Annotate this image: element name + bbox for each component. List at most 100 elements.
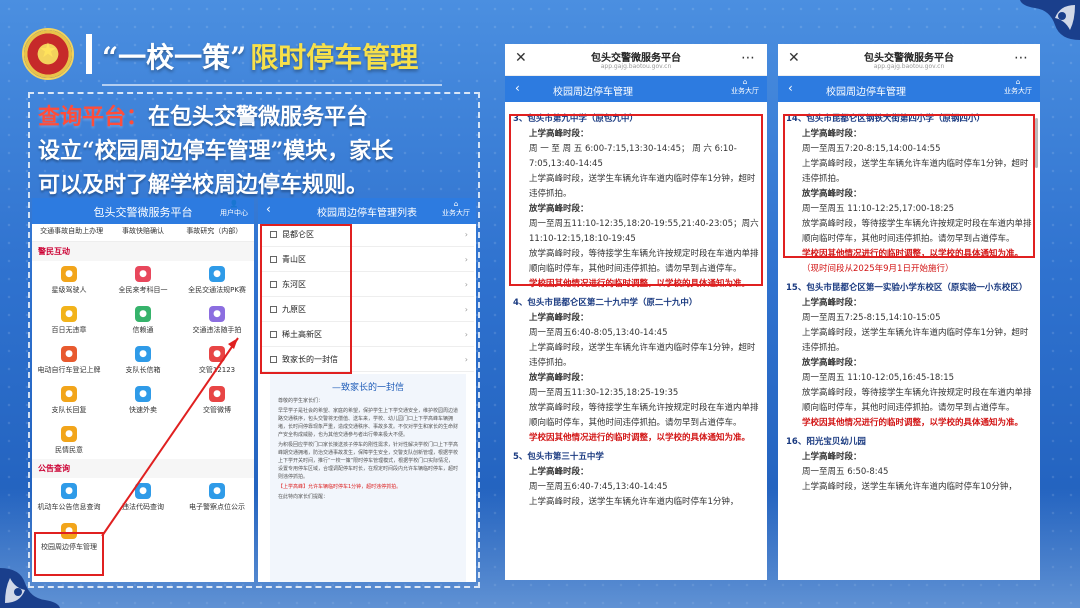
service-label: 百日无违章 [51,325,87,334]
back-icon[interactable]: ‹ [515,81,520,95]
header-underline [102,84,442,86]
service-icon: ● [209,305,225,322]
service-icon: ● [209,265,225,282]
home-icon: ⌂ [453,200,459,208]
service-icon: ● [61,482,77,499]
service-icon: ● [209,482,225,499]
more-icon[interactable]: ⋯ [1014,50,1028,66]
service-grid-item[interactable]: ● 全民来考科目一 [106,261,180,299]
service-grid-item[interactable]: ● 民情民意 [32,421,106,459]
school-name: 15、包头市昆都仑区第一实验小学东校区（原实验一小东校区） [786,283,1028,293]
am-time: 周一至周五 6:50-8:45 [802,467,889,477]
am-time: 周一至周五6:40-8:05,13:40-14:45 [529,328,668,338]
letter-title: —致家长的一封信 [331,383,404,393]
service-icon: ● [135,305,151,322]
service-grid-item[interactable]: ● 交通违法随手拍 [180,301,254,339]
top-services-row: 交通事故自助上办理 事故快赔确认 事故研究（内部） [32,224,254,242]
service-icon: ● [135,265,151,282]
service-label: 违法代码查询 [122,502,164,511]
user-icon: 👤 [229,200,239,208]
pm-label: 放学高峰时段： [802,358,862,368]
chevron-right-icon: › [464,279,468,289]
service-item[interactable]: 交通事故自助上办理 [36,226,107,239]
home-icon: ⌂ [742,78,748,86]
page-nav: ‹ 校园周边停车管理 ⌂ 业务大厅 [505,76,767,102]
service-icon: ● [209,385,225,402]
service-label: 交管微博 [203,405,231,414]
section-title: 警民互动 [32,242,254,261]
service-hall-button[interactable]: ⌂ 业务大厅 [1004,78,1032,96]
chevron-right-icon: › [464,304,468,314]
highlight-school-block [783,114,1035,258]
service-hall-button[interactable]: ⌂ 业务大厅 [731,78,759,96]
school-name: 16、阳光宝贝幼儿园 [786,437,866,447]
service-grid-item[interactable]: ● 信赖通 [106,301,180,339]
service-icon: ● [61,385,77,402]
service-grid-item[interactable]: ● 违法代码查询 [106,478,180,516]
letter-paragraph: 【上学高峰】允许车辆临时停车1分钟，超时违停抓拍。 [278,484,402,490]
service-grid-item[interactable]: ● 百日无违章 [32,301,106,339]
service-icon: ● [135,345,151,362]
service-grid-item[interactable]: ● 交管12123 [180,341,254,379]
slide-header: ★ “一校一策” 限时停车管理 [10,20,480,90]
service-hall-screenshot: 包头交警微服务平台 👤 用户中心 交通事故自助上办理 事故快赔确认 事故研究（内部… [32,198,254,582]
back-icon[interactable]: ‹ [788,81,793,95]
scrollbar-thumb[interactable] [1035,118,1038,168]
am-rule: 上学高峰时段，送学生车辆允许车道内临时停车10分钟， [802,482,1017,492]
app-title: 包头交警微服务平台 [591,53,681,64]
school-note: 学校因其他情况进行的临时调整，以学校的具体通知为准。 [802,418,1024,428]
service-label: 电子警察点位公示 [189,502,245,511]
service-icon: ● [61,305,77,322]
service-hall-button[interactable]: ⌂ 业务大厅 [442,200,470,218]
interaction-grid: ● 星级驾驶人 ● 全民来考科目一 ● 全民交通法规PK赛 ● 百日无违章 ● 信赖通 ● 交通违法随… [32,261,254,459]
service-grid-item[interactable]: ● 电动自行车登记上牌 [32,341,106,379]
service-grid-item[interactable]: ● 电子警察点位公示 [180,478,254,516]
list-header: ‹ 校园周边停车管理列表 ⌂ 业务大厅 [258,198,476,224]
star-icon: ★ [39,38,57,62]
pm-time: 周一至周五11:30-12:35,18:25-19:35 [529,388,679,398]
service-label: 星级驾驶人 [51,285,87,294]
pm-rule: 放学高峰时段，等待接学生车辆允许按规定时段在车道内单排顺向临时停车，其他时间违停… [529,403,759,428]
pm-rule: 放学高峰时段，等待接学生车辆允许按规定时段在车道内单排顺向临时停车，其他时间违停… [802,388,1032,413]
am-rule: 上学高峰时段，送学生车辆允许车道内临时停车1分钟， [529,497,739,507]
service-grid-item[interactable]: ● 交管微博 [180,381,254,419]
service-icon: ● [61,425,77,442]
intro-text: 查询平台：在包头交警微服务平台 设立“校园周边停车管理”模块，家长 可以及时了解… [38,100,458,202]
service-grid-item[interactable]: ● 星级驾驶人 [32,261,106,299]
chevron-right-icon: › [464,329,468,339]
home-icon: ⌂ [1015,78,1021,86]
more-icon[interactable]: ⋯ [741,50,755,66]
page-title: 校园周边停车管理 [553,87,633,98]
service-grid-item[interactable]: ● 支队长信箱 [106,341,180,379]
service-grid-item[interactable]: ● 快速外卖 [106,381,180,419]
service-item[interactable]: 事故研究（内部） [179,226,250,239]
service-label: 交管12123 [198,365,236,374]
service-grid-item[interactable]: ● 支队长回复 [32,381,106,419]
pm-time: 周一至周五 11:10-12:05,16:45-18:15 [802,373,955,383]
title-part-1: “一校一策” [102,41,247,74]
service-icon: ● [61,345,77,362]
am-label: 上学高峰时段： [529,313,589,323]
title-part-2: 限时停车管理 [250,41,419,74]
letter-paragraph: 为积极回应学校门口家长接送孩子停车的刚性需求，针对性解决学校门口上下学高峰期交通… [278,442,459,480]
page-title: 校园周边停车管理 [826,87,906,98]
service-grid-item[interactable]: ● 机动车公告信息查询 [32,478,106,516]
intro-label: 查询平台： [38,104,149,130]
app-topbar: ✕ 包头交警微服务平台 app.gajg.baotou.gov.cn ⋯ [778,44,1040,76]
app-title: 包头交警微服务平台 [864,53,954,64]
letter-greeting: 尊敬的学生家长们： [278,398,324,404]
am-time: 周一至周五7:25-8:15,14:10-15:05 [802,313,941,323]
service-item[interactable]: 事故快赔确认 [107,226,178,239]
school-name: 5、包头市第三十五中学 [513,452,604,462]
highlight-parking-item [34,532,104,576]
app-header: 包头交警微服务平台 👤 用户中心 [32,198,254,224]
highlight-school-block [509,114,763,286]
service-label: 民情民意 [55,445,83,454]
slide-title: “一校一策” 限时停车管理 [102,28,418,84]
user-center-button[interactable]: 👤 用户中心 [220,200,248,218]
chevron-right-icon: › [464,254,468,264]
app-url: app.gajg.baotou.gov.cn [600,63,672,70]
service-icon: ● [135,385,151,402]
header-divider [86,34,92,74]
service-grid-item[interactable]: ● 全民交通法规PK赛 [180,261,254,299]
